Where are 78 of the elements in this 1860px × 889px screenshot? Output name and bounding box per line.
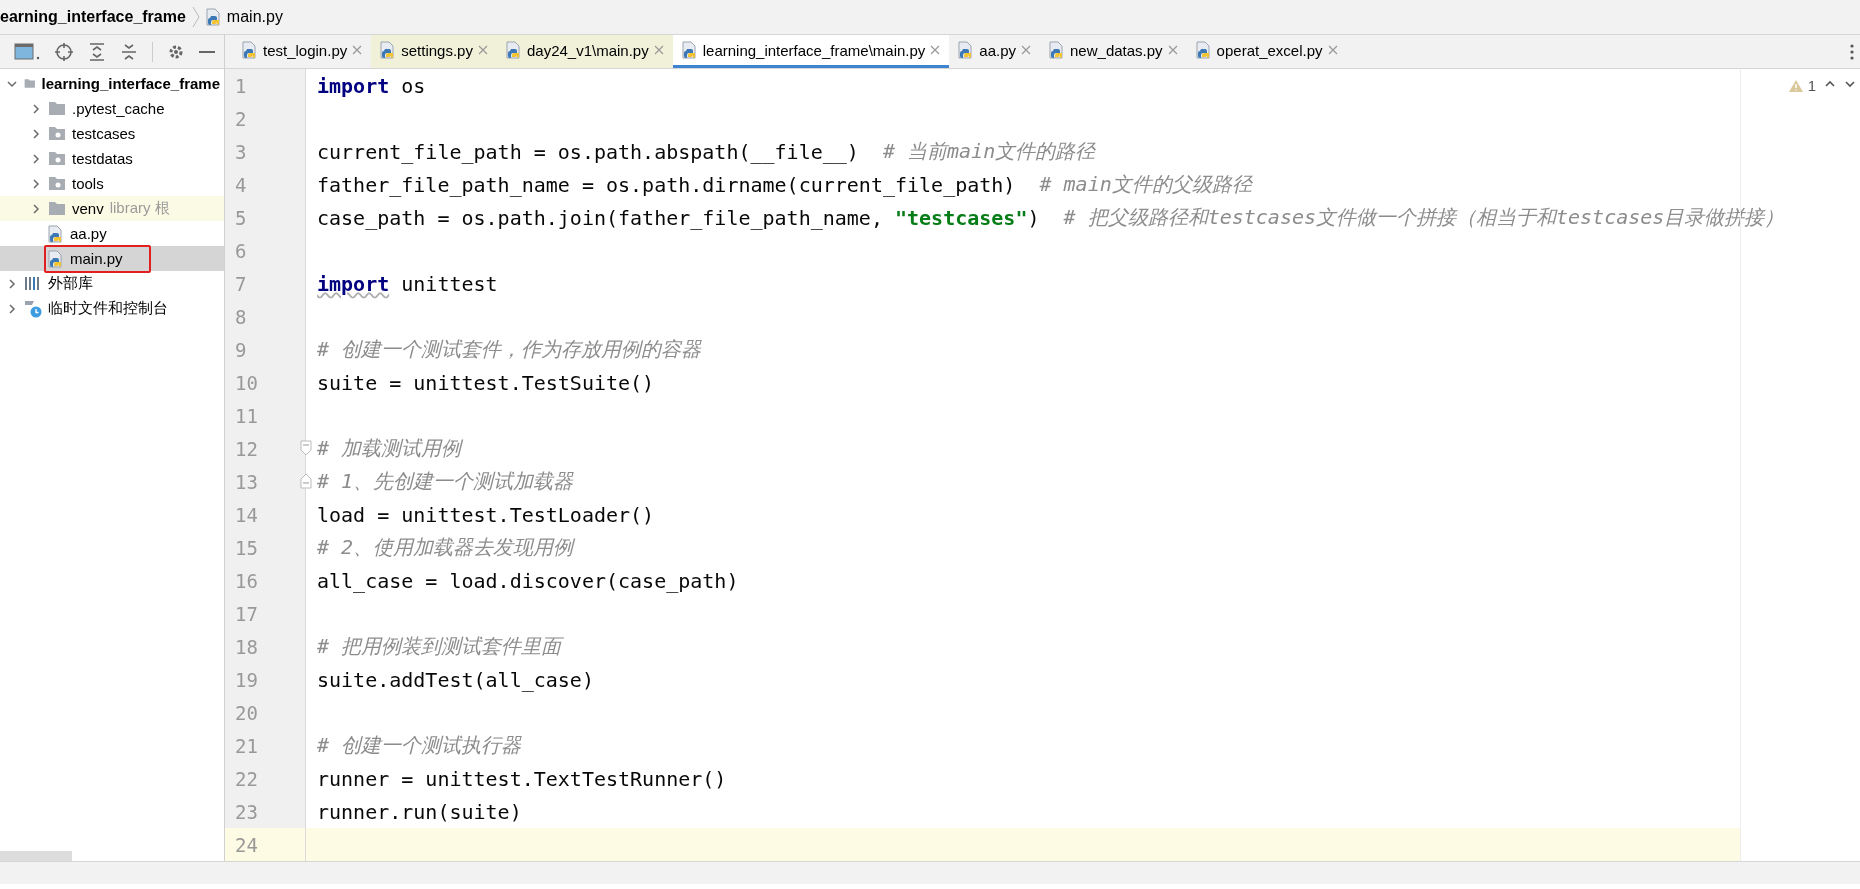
code-string: "testcases" xyxy=(894,205,1028,230)
tree-item-label[interactable]: learning_interface_frame xyxy=(41,75,220,92)
code-comment: # 创建一个测试执行器 xyxy=(317,732,522,759)
line-number: 23 xyxy=(234,800,258,823)
line-number: 11 xyxy=(234,404,258,427)
line-number: 17 xyxy=(234,602,258,625)
code-text: case_path = os.path.join(father_file_path_name, xyxy=(317,205,884,230)
line-number: 7 xyxy=(234,272,247,295)
line-number: 20 xyxy=(234,701,258,724)
editor-tab[interactable]: learning_interface_frame\main.py xyxy=(672,35,950,68)
code-text: runner.run(suite) xyxy=(317,799,522,824)
editor-tab[interactable]: operat_excel.py xyxy=(1186,35,1347,68)
line-number: 15 xyxy=(234,536,258,559)
line-number: 24 xyxy=(234,833,258,856)
editor-tab[interactable]: day24_v1\main.py xyxy=(496,35,673,68)
code-comment: # 2、使用加载器去发现用例 xyxy=(317,534,574,561)
tree-row[interactable]: 外部库 xyxy=(0,271,224,296)
tree-row[interactable]: main.py xyxy=(0,246,224,271)
editor-tab[interactable]: test_login.py xyxy=(233,35,372,68)
line-number: 19 xyxy=(234,668,258,691)
code-comment: # 加载测试用例 xyxy=(317,435,462,462)
line-number: 3 xyxy=(234,140,247,163)
editor-tab[interactable]: settings.py xyxy=(371,35,497,68)
code-comment: # main文件的父级路径 xyxy=(1039,171,1252,198)
line-number: 13 xyxy=(234,470,258,493)
code-text: runner = unittest.TextTestRunner() xyxy=(317,766,727,791)
tree-item-label[interactable]: testdatas xyxy=(72,150,133,167)
line-number: 22 xyxy=(234,767,258,790)
line-number: 18 xyxy=(234,635,258,658)
library-root-hint: library 根 xyxy=(109,199,170,218)
code-text: os xyxy=(400,73,426,98)
code-comment: # 创建一个测试套件，作为存放用例的容器 xyxy=(317,336,702,363)
line-number: 5 xyxy=(234,206,247,229)
tree-row[interactable]: testcases xyxy=(0,121,224,146)
tree-item-label[interactable]: tools xyxy=(72,175,104,192)
editor-tab[interactable]: aa.py xyxy=(949,35,1041,68)
code-comment: # 当前main文件的路径 xyxy=(882,138,1096,165)
tree-row[interactable]: learning_interface_frame xyxy=(0,71,224,96)
code-comment: # 把用例装到测试套件里面 xyxy=(317,633,562,660)
line-number: 6 xyxy=(234,239,247,262)
tree-row[interactable]: 临时文件和控制台 xyxy=(0,296,224,321)
tree-row[interactable]: testdatas xyxy=(0,146,224,171)
line-number: 10 xyxy=(234,371,258,394)
tree-item-label[interactable]: 临时文件和控制台 xyxy=(48,299,168,318)
tree-item-label[interactable]: aa.py xyxy=(70,225,107,242)
warning-indicator[interactable]: 1 xyxy=(1787,77,1816,94)
tree-item-label[interactable]: testcases xyxy=(72,125,136,142)
breadcrumb-item[interactable]: main.py xyxy=(226,8,283,26)
tree-item-label[interactable]: venv xyxy=(72,200,104,217)
line-number: 2 xyxy=(234,107,247,130)
line-number: 9 xyxy=(234,338,247,361)
line-number: 14 xyxy=(234,503,258,526)
code-keyword: import xyxy=(317,271,390,296)
tree-row[interactable]: .pytest_cache xyxy=(0,96,224,121)
tree-row[interactable]: venv library 根 xyxy=(0,196,224,221)
code-text: suite = unittest.TestSuite() xyxy=(317,370,655,395)
tree-item-label[interactable]: main.py xyxy=(70,250,123,267)
line-number: 8 xyxy=(234,305,247,328)
line-number: 16 xyxy=(234,569,258,592)
line-number: 1 xyxy=(234,74,247,97)
line-number: 4 xyxy=(234,173,247,196)
code-text: suite.addTest(all_case) xyxy=(317,667,594,692)
code-text: father_file_path_name = os.path.dirname(current_file_path) xyxy=(317,172,1017,197)
code-comment: # 1、先创建一个测试加载器 xyxy=(317,468,574,495)
tree-row[interactable]: aa.py xyxy=(0,221,224,246)
code-text: all_case = load.discover(case_path) xyxy=(317,568,739,593)
line-number: 21 xyxy=(234,734,258,757)
code-text: load = unittest.TestLoader() xyxy=(317,502,655,527)
editor-tab[interactable]: new_datas.py xyxy=(1040,35,1187,68)
tree-item-label[interactable]: 外部库 xyxy=(48,274,93,293)
code-text: ) xyxy=(1027,205,1041,230)
tree-row[interactable]: tools xyxy=(0,171,224,196)
code-text: current_file_path = os.path.abspath(__file__) xyxy=(317,139,860,164)
line-number: 12 xyxy=(234,437,258,460)
breadcrumb-item[interactable]: earning_interface_frame xyxy=(0,8,186,26)
code-text: unittest xyxy=(400,271,498,296)
code-keyword: import xyxy=(317,73,390,98)
tree-item-label[interactable]: .pytest_cache xyxy=(72,100,165,117)
